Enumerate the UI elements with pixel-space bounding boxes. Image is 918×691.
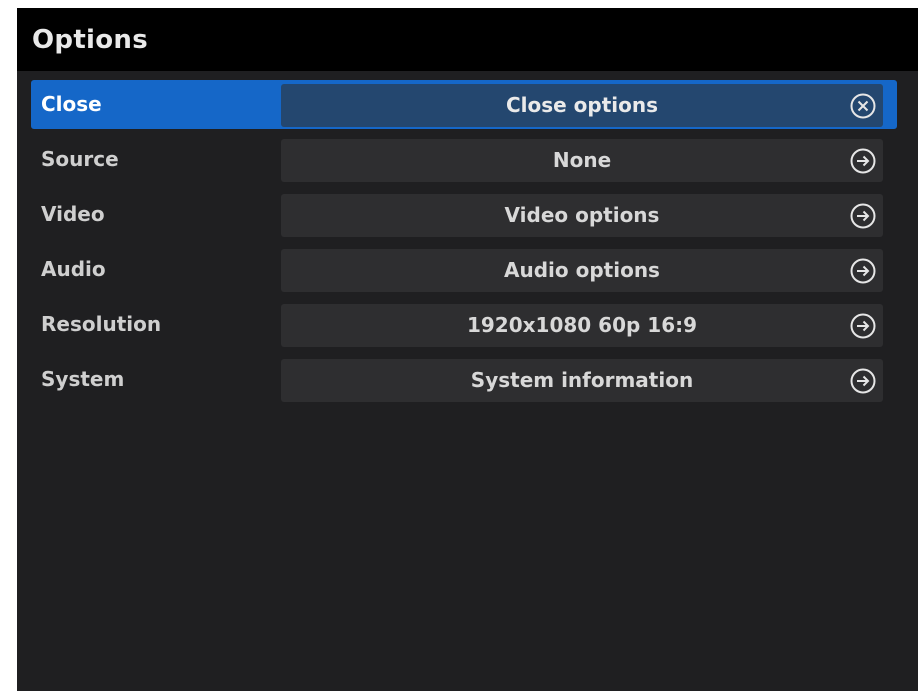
- menu-row-label: Source: [41, 147, 119, 171]
- video-options-button[interactable]: Video options: [281, 194, 883, 237]
- menu-row-value: Close options: [505, 93, 659, 117]
- resolution-select-button[interactable]: 1920x1080 60p 16:9: [281, 304, 883, 347]
- menu-row-value: 1920x1080 60p 16:9: [466, 313, 698, 337]
- menu-row-value: Audio options: [504, 258, 660, 282]
- close-options-button[interactable]: Close options: [281, 84, 883, 127]
- arrow-right-circle-icon[interactable]: [849, 367, 877, 395]
- menu-row-value: Video options: [504, 203, 660, 227]
- menu-row-value: None: [552, 148, 612, 172]
- menu-row-label: Video: [41, 202, 105, 226]
- arrow-right-circle-icon[interactable]: [849, 202, 877, 230]
- system-information-button[interactable]: System information: [281, 359, 883, 402]
- options-menu: Close Close options Source None Video Vi…: [31, 80, 897, 410]
- menu-row-close[interactable]: Close Close options: [31, 80, 897, 129]
- menu-row-label: Close: [41, 92, 102, 116]
- menu-row-label: System: [41, 367, 125, 391]
- title-bar: Options: [17, 8, 918, 71]
- menu-row-system[interactable]: System System information: [31, 355, 897, 404]
- menu-row-video[interactable]: Video Video options: [31, 190, 897, 239]
- menu-row-audio[interactable]: Audio Audio options: [31, 245, 897, 294]
- options-window: Options Close Close options Source None: [17, 8, 918, 691]
- arrow-right-circle-icon[interactable]: [849, 147, 877, 175]
- audio-options-button[interactable]: Audio options: [281, 249, 883, 292]
- arrow-right-circle-icon[interactable]: [849, 312, 877, 340]
- menu-row-label: Resolution: [41, 312, 162, 336]
- close-circle-icon[interactable]: [849, 92, 877, 120]
- menu-row-label: Audio: [41, 257, 106, 281]
- window-title: Options: [32, 24, 149, 55]
- arrow-right-circle-icon[interactable]: [849, 257, 877, 285]
- source-select-button[interactable]: None: [281, 139, 883, 182]
- menu-row-value: System information: [470, 368, 694, 392]
- menu-row-source[interactable]: Source None: [31, 135, 897, 184]
- menu-row-resolution[interactable]: Resolution 1920x1080 60p 16:9: [31, 300, 897, 349]
